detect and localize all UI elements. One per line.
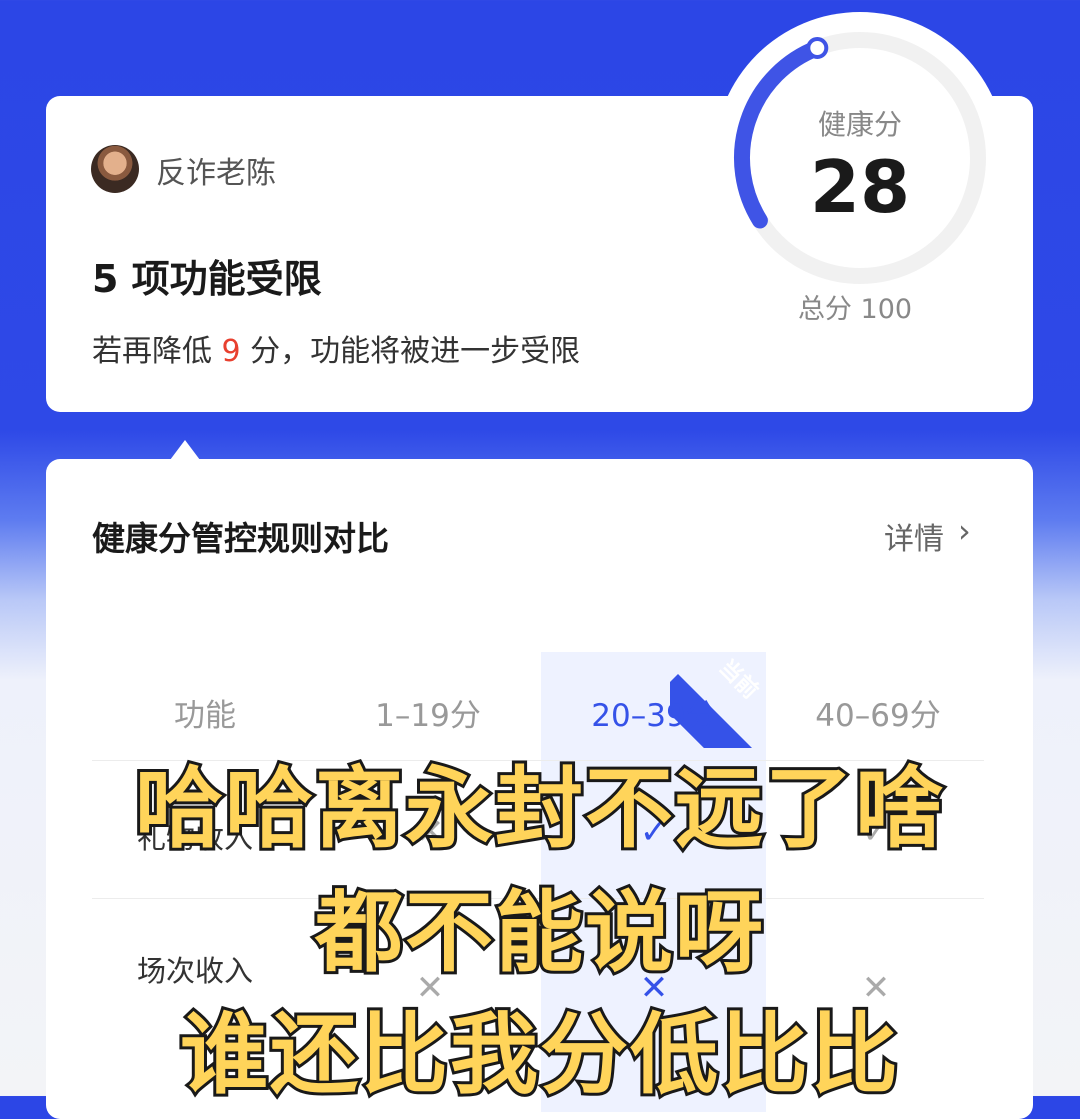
- restricted-features-title: 5 项功能受限: [92, 257, 322, 301]
- gauge-total: 总分 100: [797, 294, 913, 325]
- details-link[interactable]: 详情: [884, 514, 944, 558]
- column-header-40-69: 40–69分: [815, 698, 941, 734]
- caption-line-2: 都不能说呀: [312, 878, 766, 987]
- caption-line-3: 谁还比我分低比比: [177, 1000, 901, 1109]
- warning-text: 若再降低 9 分，功能将被进一步受限: [92, 326, 580, 370]
- warning-suffix: 分，功能将被进一步受限: [240, 334, 581, 369]
- gauge-label: 健康分: [817, 108, 902, 141]
- avatar[interactable]: [91, 145, 139, 193]
- chevron-right-icon[interactable]: ›: [958, 512, 971, 550]
- rules-title: 健康分管控规则对比: [92, 519, 389, 558]
- column-header-20-39: 20–39分: [591, 698, 717, 734]
- warning-prefix: 若再降低: [92, 334, 222, 369]
- caption-line-1: 哈哈离永封不远了啥: [132, 754, 946, 863]
- column-header-feature: 功能: [174, 698, 236, 734]
- gauge-knob: [806, 37, 829, 59]
- column-header-1-19: 1–19分: [375, 698, 481, 734]
- card-pointer: [170, 440, 200, 460]
- username: 反诈老陈: [156, 156, 276, 191]
- warning-points: 9: [221, 334, 241, 369]
- health-score: 28: [809, 145, 911, 229]
